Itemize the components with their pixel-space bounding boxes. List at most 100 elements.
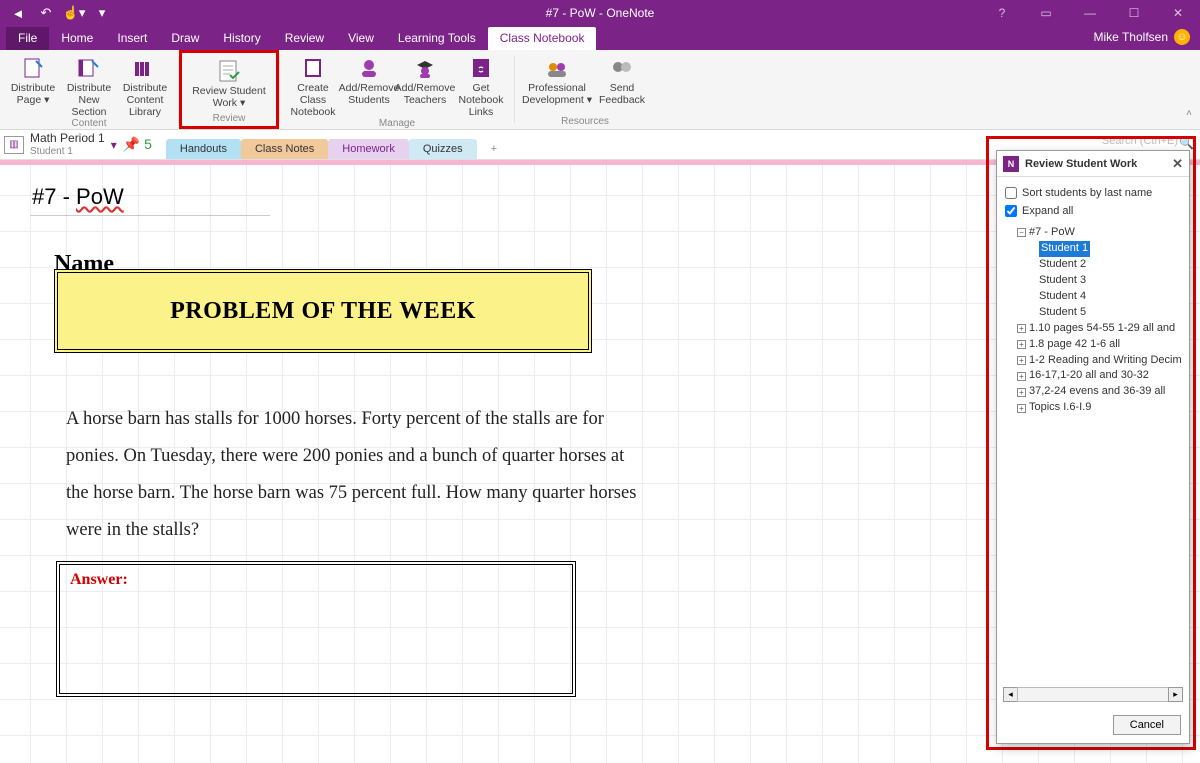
tree-item[interactable]: 1.10 pages 54-55 1-29 all and [1029, 321, 1175, 337]
close-button[interactable]: ✕ [1156, 0, 1200, 26]
tree-item[interactable]: 1-2 Reading and Writing Decim [1029, 353, 1182, 369]
send-feedback-button[interactable]: Send Feedback [595, 52, 649, 106]
section-tab-add[interactable]: + [477, 139, 511, 159]
expand-icon[interactable]: + [1017, 372, 1026, 381]
scroll-right-button[interactable]: ▸ [1168, 687, 1183, 702]
collapse-ribbon-icon[interactable]: ˄ [1186, 108, 1192, 119]
title-bar: ◄ ↶ ☝▾ ▾ #7 - PoW - OneNote ? ▭ — ☐ ✕ [0, 0, 1200, 26]
tree-item[interactable]: Topics I.6-I.9 [1029, 400, 1091, 416]
page-share-icon [19, 56, 47, 80]
add-remove-students-button[interactable]: Add/Remove Students [342, 52, 396, 118]
notebook-icon [299, 56, 327, 80]
add-remove-teachers-label: Add/Remove Teachers [395, 82, 456, 106]
notebook-name: Math Period 1 [30, 132, 105, 145]
distribute-content-library-button[interactable]: Distribute Content Library [118, 52, 172, 118]
tab-review[interactable]: Review [273, 27, 336, 50]
link-icon [467, 56, 495, 80]
page-title[interactable]: #7 - PoW [32, 183, 124, 210]
back-button[interactable]: ◄ [6, 2, 30, 24]
problem-body-text[interactable]: A horse barn has stalls for 1000 horses.… [66, 401, 646, 549]
notebook-icon[interactable]: ▥ [4, 136, 24, 154]
qat-customize[interactable]: ▾ [90, 2, 114, 24]
expand-icon[interactable]: + [1017, 388, 1026, 397]
create-class-notebook-label: Create Class Notebook [286, 82, 340, 118]
tree-student-1[interactable]: Student 1 [1039, 241, 1090, 257]
window-title: #7 - PoW - OneNote [546, 6, 655, 20]
tab-draw[interactable]: Draw [159, 27, 211, 50]
library-share-icon [131, 56, 159, 80]
section-tab-quizzes[interactable]: Quizzes [409, 139, 477, 159]
minimize-button[interactable]: — [1068, 0, 1112, 26]
pinned-count[interactable]: 📌 5 [123, 136, 152, 153]
get-notebook-links-button[interactable]: Get Notebook Links [454, 52, 508, 118]
cancel-button[interactable]: Cancel [1113, 715, 1181, 735]
help-icon[interactable]: ? [980, 0, 1024, 26]
expand-icon[interactable]: + [1017, 356, 1026, 365]
horizontal-scrollbar[interactable]: ◂ ▸ [1003, 686, 1183, 702]
expand-icon[interactable]: + [1017, 340, 1026, 349]
review-student-work-label: Review Student Work ▾ [188, 85, 270, 109]
scroll-left-button[interactable]: ◂ [1003, 687, 1018, 702]
sort-students-checkbox[interactable]: Sort students by last name [1005, 187, 1181, 199]
distribute-library-label: Distribute Content Library [118, 82, 172, 118]
answer-box[interactable]: Answer: [56, 561, 576, 697]
create-class-notebook-button[interactable]: Create Class Notebook [286, 52, 340, 118]
scroll-track[interactable] [1017, 687, 1169, 702]
breadcrumb-dropdown-icon[interactable]: ▾ [111, 138, 117, 152]
tree-student-4[interactable]: Student 4 [1003, 289, 1185, 305]
ribbon-options-icon[interactable]: ▭ [1024, 0, 1068, 26]
review-student-work-button[interactable]: Review Student Work ▾ [188, 55, 270, 109]
user-avatar-icon: ☺ [1174, 29, 1190, 45]
review-student-work-pane: N Review Student Work ✕ Sort students by… [996, 150, 1190, 744]
group-resources-label: Resources [561, 116, 609, 129]
pane-title: Review Student Work [1025, 158, 1137, 170]
tree-item[interactable]: 1.8 page 42 1-6 all [1029, 337, 1120, 353]
tree-root[interactable]: #7 - PoW [1029, 225, 1075, 241]
student-work-tree[interactable]: −#7 - PoW Student 1 Student 2 Student 3 … [997, 221, 1189, 682]
tree-student-5[interactable]: Student 5 [1003, 305, 1185, 321]
group-review-label: Review [213, 113, 246, 126]
professional-development-button[interactable]: Professional Development ▾ [521, 52, 593, 106]
tab-file[interactable]: File [6, 27, 49, 50]
ribbon: Distribute Page ▾ Distribute New Section… [0, 50, 1200, 130]
section-tab-homework[interactable]: Homework [328, 139, 409, 159]
tab-insert[interactable]: Insert [105, 27, 159, 50]
tab-home[interactable]: Home [49, 27, 105, 50]
pane-header: N Review Student Work ✕ [997, 151, 1189, 177]
distribute-page-button[interactable]: Distribute Page ▾ [6, 52, 60, 118]
section-share-icon [75, 56, 103, 80]
tree-item[interactable]: 37,2-24 evens and 36-39 all [1029, 384, 1165, 400]
tab-history[interactable]: History [211, 27, 272, 50]
distribute-page-label: Distribute Page ▾ [6, 82, 60, 106]
tree-item[interactable]: 16-17,1-20 all and 30-32 [1029, 368, 1149, 384]
feedback-icon [608, 56, 636, 80]
teacher-icon [411, 56, 439, 80]
get-notebook-links-label: Get Notebook Links [454, 82, 508, 118]
breadcrumb[interactable]: Math Period 1 Student 1 [30, 132, 105, 156]
onenote-icon: N [1003, 156, 1019, 172]
distribute-new-section-button[interactable]: Distribute New Section [62, 52, 116, 118]
prof-dev-icon [543, 56, 571, 80]
section-tab-class-notes[interactable]: Class Notes [241, 139, 328, 159]
touch-mode-button[interactable]: ☝▾ [62, 2, 86, 24]
answer-label: Answer: [70, 571, 128, 588]
tab-class-notebook[interactable]: Class Notebook [488, 27, 597, 50]
section-tab-handouts[interactable]: Handouts [166, 139, 241, 159]
tab-learning-tools[interactable]: Learning Tools [386, 27, 488, 50]
add-remove-students-label: Add/Remove Students [339, 82, 400, 106]
pow-heading-text: PROBLEM OF THE WEEK [170, 298, 476, 325]
close-icon[interactable]: ✕ [1172, 156, 1183, 172]
tree-student-2[interactable]: Student 2 [1003, 257, 1185, 273]
problem-of-the-week-banner: PROBLEM OF THE WEEK [54, 269, 592, 353]
expand-all-checkbox[interactable]: Expand all [1005, 205, 1181, 217]
signed-in-user[interactable]: Mike Tholfsen ☺ [1094, 29, 1190, 45]
tab-view[interactable]: View [336, 27, 386, 50]
professional-development-label: Professional Development ▾ [521, 82, 593, 106]
collapse-icon[interactable]: − [1017, 228, 1026, 237]
expand-icon[interactable]: + [1017, 404, 1026, 413]
add-remove-teachers-button[interactable]: Add/Remove Teachers [398, 52, 452, 118]
maximize-button[interactable]: ☐ [1112, 0, 1156, 26]
expand-icon[interactable]: + [1017, 324, 1026, 333]
tree-student-3[interactable]: Student 3 [1003, 273, 1185, 289]
undo-button[interactable]: ↶ [34, 2, 58, 24]
